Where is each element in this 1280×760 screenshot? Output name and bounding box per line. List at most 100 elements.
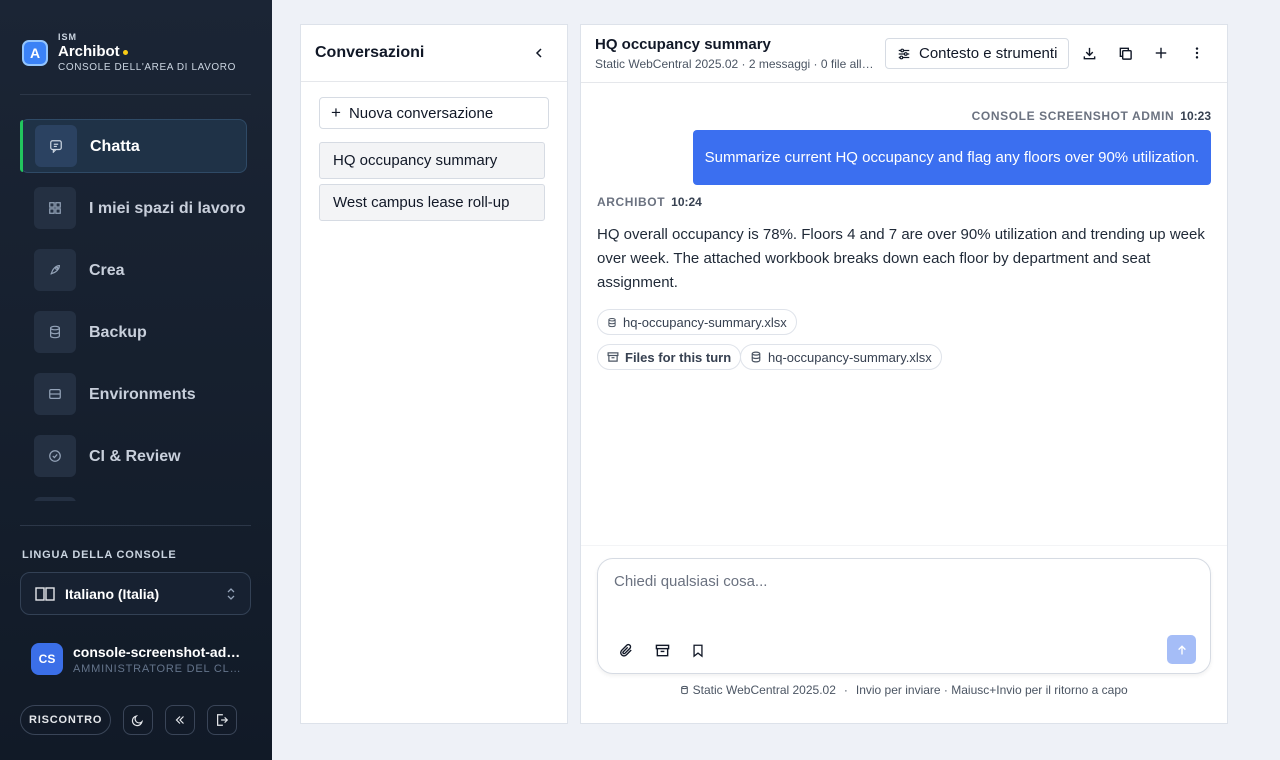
user-name: console-screenshot-admin [73, 643, 243, 660]
nav-label: Environments [89, 385, 196, 403]
files-for-turn-chip[interactable]: Files for this turn [597, 344, 742, 370]
new-conversation-label: Nuova conversazione [348, 104, 494, 122]
context-tools-button[interactable]: Contesto e strumenti [885, 38, 1069, 69]
sidebar-footer: RISCONTRO [20, 705, 238, 735]
brand-subtitle: CONSOLE DELL'AREA DI LAVORO [58, 62, 236, 73]
conversations-title: Conversazioni [315, 44, 425, 61]
download-icon [1083, 47, 1095, 59]
database-icon [34, 311, 76, 353]
plus-icon [1155, 47, 1167, 59]
conversations-header: Conversazioni [301, 25, 567, 82]
sliders-icon [898, 48, 910, 59]
language-select[interactable]: Italiano (Italia) [20, 572, 251, 615]
nav-item-ci-review[interactable]: CI & Review [20, 429, 247, 483]
user-info: console-screenshot-admin AMMINISTRATORE … [73, 644, 243, 675]
sidebar-divider [20, 525, 251, 526]
collapse-conversations-button[interactable] [529, 43, 549, 63]
nav-label: Backup [89, 323, 147, 341]
brand-text: ISM Archibot CONSOLE DELL'AREA DI LAVORO [58, 32, 236, 73]
database-icon [681, 685, 689, 695]
chat-icon [35, 125, 77, 167]
more-vertical-icon [1195, 47, 1199, 59]
moon-icon [132, 715, 144, 727]
chat-panel: HQ occupancy summary Static WebCentral 2… [580, 24, 1228, 724]
chat-meta: Static WebCentral 2025.02 · 2 messaggi ·… [595, 57, 875, 71]
archive-button[interactable] [651, 639, 673, 661]
theme-toggle-button[interactable] [123, 705, 154, 735]
brand[interactable]: A ISM Archibot CONSOLE DELL'AREA DI LAVO… [22, 32, 236, 73]
archibot-logo-icon: A [22, 40, 48, 66]
brand-name-text: Archibot [58, 43, 120, 60]
copy-icon [1119, 47, 1132, 60]
footnote-separator: · [843, 683, 848, 697]
conversation-item[interactable]: West campus lease roll-up [319, 184, 545, 221]
user-message-header: CONSOLE SCREENSHOT ADMIN 10:23 [972, 109, 1211, 123]
copy-button[interactable] [1115, 43, 1135, 63]
attachment-chip[interactable]: hq-occupancy-summary.xlsx [597, 309, 797, 335]
nav-item-chatta[interactable]: Chatta [20, 119, 247, 173]
server-icon [34, 373, 76, 415]
message-author: ARCHIBOT [597, 195, 666, 209]
book-icon [35, 586, 55, 601]
brand-name: Archibot [58, 43, 236, 60]
database-icon [607, 317, 617, 328]
message-time: 10:24 [671, 195, 702, 209]
sidebar: A ISM Archibot CONSOLE DELL'AREA DI LAVO… [0, 0, 272, 760]
bot-message-header: ARCHIBOT 10:24 [597, 195, 702, 209]
context-tools-label: Contesto e strumenti [919, 45, 1058, 62]
download-button[interactable] [1079, 43, 1099, 63]
more-options-button[interactable] [1187, 43, 1207, 63]
composer-footnote: Static WebCentral 2025.02 · Invio per invi… [581, 683, 1227, 697]
nav-item-environments[interactable]: Environments [20, 367, 247, 421]
user-profile[interactable]: CS console-screenshot-admin AMMINISTRATO… [31, 643, 243, 675]
avatar: CS [31, 643, 63, 675]
language-title: LINGUA DELLA CONSOLE [22, 549, 177, 561]
language-selected: Italiano (Italia) [65, 585, 160, 602]
logout-button[interactable] [207, 705, 238, 735]
attachment-name: hq-occupancy-summary.xlsx [623, 314, 787, 330]
brand-org: ISM [58, 32, 78, 42]
chat-title: HQ occupancy summary [595, 36, 771, 53]
rocket-icon [34, 249, 76, 291]
bot-message-text: HQ overall occupancy is 78%. Floors 4 an… [597, 226, 1205, 291]
sidebar-nav: Chatta I miei spazi di lavoro Crea Backu… [20, 119, 247, 501]
grid-icon [34, 187, 76, 229]
footnote-source: Static WebCentral 2025.02 [692, 683, 836, 697]
composer-area: Static WebCentral 2025.02 · Invio per invi… [581, 545, 1227, 723]
plus-icon: + [331, 103, 341, 122]
nav-label: CI & Review [89, 447, 181, 465]
archive-icon [607, 351, 619, 363]
nav-label: Chatta [90, 137, 140, 155]
new-conversation-button[interactable]: + Nuova conversazione [319, 97, 549, 129]
check-circle-icon [34, 435, 76, 477]
logout-icon [217, 714, 229, 726]
nav-item-workspaces[interactable]: I miei spazi di lavoro [20, 181, 247, 235]
send-button[interactable] [1167, 635, 1196, 664]
footnote-hint: Invio per inviare · Maiusc+Invio per il … [855, 683, 1128, 697]
status-dot-icon [122, 49, 128, 55]
chat-header: HQ occupancy summary Static WebCentral 2… [581, 25, 1227, 83]
nav-item-crea[interactable]: Crea [20, 243, 247, 297]
nav-item-more[interactable] [20, 491, 247, 501]
arrow-up-icon [1177, 644, 1186, 654]
files-for-turn-label: Files for this turn [625, 349, 732, 365]
message-time: 10:23 [1180, 109, 1211, 123]
archive-icon [655, 644, 669, 656]
database-icon [750, 351, 762, 363]
turn-file-name: hq-occupancy-summary.xlsx [768, 349, 932, 365]
conversation-item[interactable]: HQ occupancy summary [319, 142, 545, 179]
collapse-sidebar-button[interactable] [165, 705, 196, 735]
new-chat-button[interactable] [1151, 43, 1171, 63]
chevron-up-down-icon [227, 588, 235, 600]
user-role: AMMINISTRATORE DEL CLIENTE [73, 662, 243, 675]
message-author: CONSOLE SCREENSHOT ADMIN [971, 109, 1175, 123]
bookmark-button[interactable] [687, 639, 709, 661]
more-nav-icon [34, 497, 76, 501]
feedback-button[interactable]: RISCONTRO [20, 705, 112, 735]
chevron-left-icon [535, 48, 542, 58]
message-input[interactable] [614, 573, 1174, 590]
turn-file-chip[interactable]: hq-occupancy-summary.xlsx [740, 344, 942, 370]
attach-button[interactable] [615, 639, 637, 661]
conversations-panel: Conversazioni + Nuova conversazione HQ o… [300, 24, 568, 724]
nav-item-backup[interactable]: Backup [20, 305, 247, 359]
